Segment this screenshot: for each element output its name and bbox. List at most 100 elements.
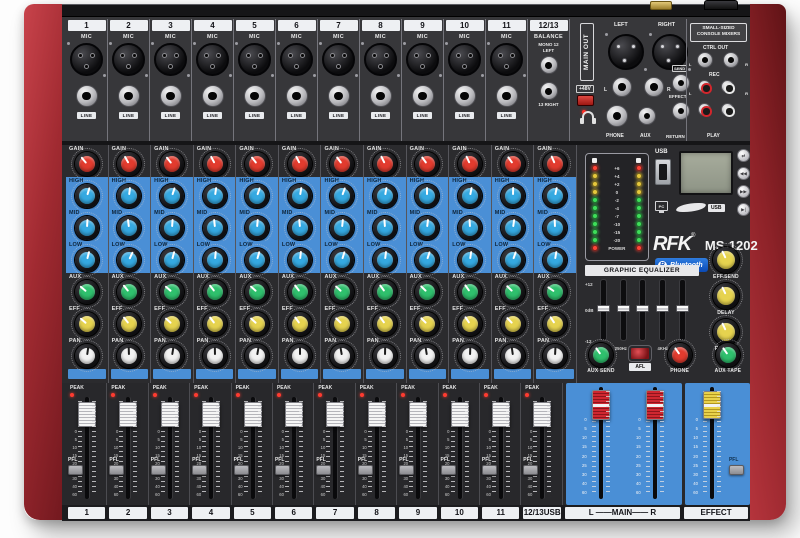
pan-knob[interactable] bbox=[415, 344, 439, 368]
mid-knob[interactable] bbox=[330, 216, 354, 240]
mid-knob[interactable] bbox=[245, 216, 269, 240]
mid-knob[interactable] bbox=[373, 216, 397, 240]
pfl-button[interactable] bbox=[399, 465, 414, 475]
eff-knob[interactable] bbox=[117, 312, 141, 336]
pfl-button[interactable] bbox=[441, 465, 456, 475]
pan-knob[interactable] bbox=[373, 344, 397, 368]
gain-knob[interactable] bbox=[543, 152, 567, 176]
aux-knob[interactable] bbox=[330, 280, 354, 304]
pan-knob[interactable] bbox=[501, 344, 525, 368]
pfl-button[interactable] bbox=[192, 465, 207, 475]
low-knob[interactable] bbox=[160, 248, 184, 272]
eff-knob[interactable] bbox=[203, 312, 227, 336]
pfl-button[interactable] bbox=[523, 465, 538, 475]
eff-knob[interactable] bbox=[330, 312, 354, 336]
pan-knob[interactable] bbox=[330, 344, 354, 368]
high-knob[interactable] bbox=[117, 184, 141, 208]
low-knob[interactable] bbox=[543, 248, 567, 272]
pan-knob[interactable] bbox=[117, 344, 141, 368]
pfl-button[interactable] bbox=[109, 465, 124, 475]
eff-knob[interactable] bbox=[245, 312, 269, 336]
low-knob[interactable] bbox=[458, 248, 482, 272]
fader-cap[interactable] bbox=[368, 402, 386, 427]
pfl-button[interactable] bbox=[234, 465, 249, 475]
high-knob[interactable] bbox=[458, 184, 482, 208]
mid-knob[interactable] bbox=[203, 216, 227, 240]
eff-send-knob[interactable] bbox=[713, 247, 739, 273]
low-knob[interactable] bbox=[501, 248, 525, 272]
high-knob[interactable] bbox=[373, 184, 397, 208]
fader-cap[interactable] bbox=[285, 402, 303, 427]
aux-knob[interactable] bbox=[160, 280, 184, 304]
fader-cap[interactable] bbox=[326, 402, 344, 427]
eq-slider-cap[interactable] bbox=[617, 305, 630, 312]
eq-slider-cap[interactable] bbox=[597, 305, 610, 312]
pan-knob[interactable] bbox=[245, 344, 269, 368]
repeat-button[interactable]: ⇄ bbox=[737, 149, 750, 162]
pfl-button[interactable] bbox=[151, 465, 166, 475]
prev-track-button[interactable]: ◀◀ bbox=[737, 167, 750, 180]
aux-knob[interactable] bbox=[543, 280, 567, 304]
mid-knob[interactable] bbox=[415, 216, 439, 240]
aux-knob[interactable] bbox=[117, 280, 141, 304]
aux-tape-knob[interactable] bbox=[716, 343, 740, 367]
eff-knob[interactable] bbox=[373, 312, 397, 336]
pfl-button[interactable] bbox=[275, 465, 290, 475]
aux-knob[interactable] bbox=[458, 280, 482, 304]
eff-knob[interactable] bbox=[501, 312, 525, 336]
pfl-button[interactable] bbox=[358, 465, 373, 475]
mid-knob[interactable] bbox=[543, 216, 567, 240]
gain-knob[interactable] bbox=[160, 152, 184, 176]
high-knob[interactable] bbox=[203, 184, 227, 208]
eff-knob[interactable] bbox=[543, 312, 567, 336]
high-knob[interactable] bbox=[543, 184, 567, 208]
mid-knob[interactable] bbox=[75, 216, 99, 240]
pan-knob[interactable] bbox=[160, 344, 184, 368]
fader-cap[interactable] bbox=[202, 402, 220, 427]
fader-cap[interactable] bbox=[244, 402, 262, 427]
pfl-button[interactable] bbox=[68, 465, 83, 475]
gain-knob[interactable] bbox=[415, 152, 439, 176]
fader-cap[interactable] bbox=[161, 402, 179, 427]
low-knob[interactable] bbox=[117, 248, 141, 272]
effect-fader-cap[interactable] bbox=[703, 391, 721, 419]
phantom-power-switch[interactable] bbox=[577, 95, 594, 106]
low-knob[interactable] bbox=[330, 248, 354, 272]
mid-knob[interactable] bbox=[160, 216, 184, 240]
high-knob[interactable] bbox=[415, 184, 439, 208]
low-knob[interactable] bbox=[373, 248, 397, 272]
delay-knob[interactable] bbox=[713, 283, 739, 309]
afl-button[interactable] bbox=[629, 346, 651, 361]
high-knob[interactable] bbox=[288, 184, 312, 208]
aux-knob[interactable] bbox=[203, 280, 227, 304]
pan-knob[interactable] bbox=[288, 344, 312, 368]
high-knob[interactable] bbox=[75, 184, 99, 208]
eff-knob[interactable] bbox=[458, 312, 482, 336]
fader-cap[interactable] bbox=[78, 402, 96, 427]
pfl-button[interactable] bbox=[316, 465, 331, 475]
aux-knob[interactable] bbox=[75, 280, 99, 304]
eff-knob[interactable] bbox=[75, 312, 99, 336]
power-switch[interactable] bbox=[704, 0, 738, 10]
mid-knob[interactable] bbox=[288, 216, 312, 240]
fader-cap[interactable] bbox=[409, 402, 427, 427]
eq-slider-cap[interactable] bbox=[676, 305, 689, 312]
high-knob[interactable] bbox=[245, 184, 269, 208]
main-r-fader-cap[interactable] bbox=[646, 390, 664, 420]
aux-knob[interactable] bbox=[501, 280, 525, 304]
pan-knob[interactable] bbox=[458, 344, 482, 368]
pfl-button[interactable] bbox=[482, 465, 497, 475]
fader-cap[interactable] bbox=[533, 402, 551, 427]
high-knob[interactable] bbox=[501, 184, 525, 208]
effect-pfl-button[interactable] bbox=[729, 465, 744, 475]
low-knob[interactable] bbox=[288, 248, 312, 272]
pan-knob[interactable] bbox=[203, 344, 227, 368]
gain-knob[interactable] bbox=[117, 152, 141, 176]
aux-knob[interactable] bbox=[373, 280, 397, 304]
aux-knob[interactable] bbox=[288, 280, 312, 304]
next-track-button[interactable]: ▶▶ bbox=[737, 185, 750, 198]
eff-knob[interactable] bbox=[160, 312, 184, 336]
mid-knob[interactable] bbox=[458, 216, 482, 240]
main-l-fader-cap[interactable] bbox=[592, 390, 610, 420]
high-knob[interactable] bbox=[160, 184, 184, 208]
